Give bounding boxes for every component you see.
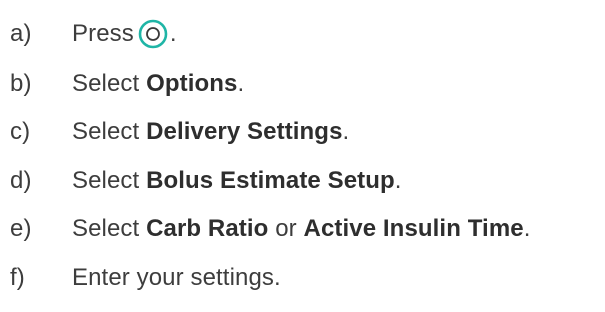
- step-suffix: .: [342, 118, 350, 145]
- step-prefix: Press: [72, 20, 134, 47]
- menu-item-bolus-estimate-setup: Bolus Estimate Setup: [146, 167, 395, 194]
- step-suffix: .: [523, 215, 531, 242]
- step-prefix: Select: [72, 167, 147, 194]
- step-text: Select Bolus Estimate Setup .: [72, 167, 402, 195]
- step-marker: e): [10, 215, 32, 242]
- step-marker: a): [10, 20, 32, 47]
- step-text: Press .: [72, 19, 177, 49]
- step-marker: d): [10, 167, 32, 194]
- step-suffix: .: [237, 70, 245, 97]
- step-text: Select Delivery Settings .: [72, 118, 349, 146]
- step-marker: c): [10, 118, 31, 145]
- home-button-icon: [138, 19, 168, 49]
- step-prefix: Select: [72, 70, 147, 97]
- step-text: Select Options .: [72, 70, 244, 98]
- menu-item-carb-ratio: Carb Ratio: [146, 215, 269, 242]
- step-marker: f): [10, 264, 25, 291]
- step-suffix: .: [169, 20, 177, 47]
- step-marker: b): [10, 70, 32, 97]
- step-connector: or: [268, 215, 304, 242]
- menu-item-options: Options: [146, 70, 238, 97]
- step-suffix: .: [394, 167, 402, 194]
- step-text: Enter your settings.: [72, 264, 281, 292]
- step-text: Select Carb Ratio or Active Insulin Time…: [72, 215, 530, 243]
- menu-item-active-insulin-time: Active Insulin Time: [303, 215, 524, 242]
- step-prefix: Select: [72, 215, 147, 242]
- step-prefix: Select: [72, 118, 147, 145]
- step-instruction: Enter your settings.: [72, 264, 281, 291]
- menu-item-delivery-settings: Delivery Settings: [146, 118, 343, 145]
